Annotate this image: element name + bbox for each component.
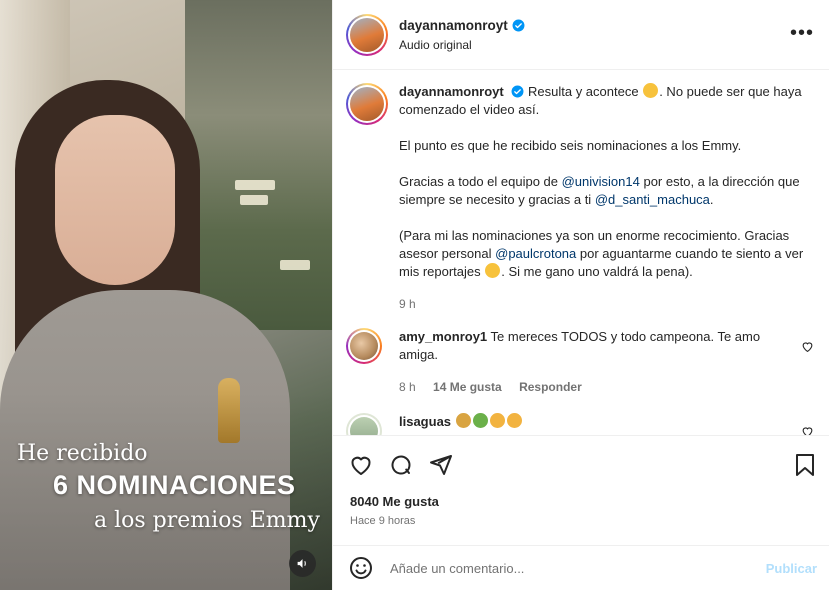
comment-likes[interactable]: 14 Me gusta (433, 380, 502, 394)
post-video[interactable]: He recibido 6 NOMINACIONES a los premios… (0, 0, 332, 590)
light-decoration (235, 180, 275, 190)
post-actions: 8040 Me gusta Hace 9 horas (333, 435, 829, 555)
add-comment-input[interactable] (390, 560, 740, 576)
video-caption-line3: a los premios Emmy (94, 508, 320, 533)
comments-scroll-area[interactable]: dayannamonroyt Resulta y acontece . No p… (333, 71, 829, 435)
publish-button[interactable]: Publicar (766, 561, 817, 576)
share-icon[interactable] (429, 453, 453, 477)
clapping-emoji-icon (506, 413, 522, 428)
more-options-icon[interactable]: ••• (790, 23, 814, 43)
comment-time[interactable]: 8 h (399, 380, 416, 394)
add-comment-bar: Publicar (333, 545, 829, 590)
laughing-emoji-icon (643, 83, 659, 98)
author-avatar[interactable] (346, 13, 388, 56)
commenter-avatar[interactable] (346, 328, 382, 364)
commenter-avatar[interactable] (346, 413, 382, 435)
comment-icon[interactable] (389, 453, 413, 477)
comment-item: amy_monroy1 Te mereces TODOS y todo camp… (346, 328, 826, 396)
light-decoration (240, 195, 268, 205)
video-caption-line1: He recibido (17, 441, 148, 466)
mute-button[interactable] (289, 550, 316, 577)
author-username[interactable]: dayannamonroyt (399, 18, 508, 33)
likes-count[interactable]: 8040 Me gusta (350, 494, 439, 509)
caption-text: Resulta y acontece (528, 84, 639, 99)
mention-link[interactable]: @paulcrotona (495, 246, 576, 261)
mention-link[interactable]: @univision14 (562, 174, 640, 189)
caption-author-avatar[interactable] (346, 83, 388, 125)
laughing-emoji-icon (485, 263, 501, 278)
commenter-username[interactable]: lisaguas (399, 414, 451, 429)
emoji-icon[interactable] (349, 556, 373, 580)
heart-icon[interactable] (801, 340, 814, 353)
clapping-emoji-icon (489, 413, 505, 428)
commenter-username[interactable]: amy_monroy1 (399, 329, 487, 344)
verified-badge-icon (512, 19, 525, 31)
light-decoration (280, 260, 310, 270)
caption-timestamp[interactable]: 9 h (399, 295, 819, 313)
window-background (185, 0, 332, 330)
caption-text: Gracias a todo el equipo de (399, 174, 562, 189)
post-header: dayannamonroyt Audio original ••• (333, 0, 829, 70)
caption-paragraph: El punto es que he recibido seis nominac… (399, 138, 742, 153)
person-face (55, 115, 175, 285)
bookmark-icon[interactable] (794, 453, 816, 477)
verified-badge-icon (511, 85, 524, 98)
caption-username[interactable]: dayannamonroyt (399, 84, 504, 99)
caption-text: . (709, 192, 714, 207)
speaker-icon (297, 559, 306, 568)
mention-link[interactable]: @d_santi_machuca (595, 192, 710, 207)
trophy-emoji-icon (472, 413, 488, 428)
post-timestamp[interactable]: Hace 9 horas (350, 515, 415, 527)
audio-label[interactable]: Audio original (399, 38, 525, 52)
caption-text: . Si me gano uno valdrá la pena). (501, 264, 693, 279)
post-caption: dayannamonroyt Resulta y acontece . No p… (346, 83, 826, 313)
like-heart-icon[interactable] (349, 453, 373, 477)
reply-button[interactable]: Responder (519, 380, 582, 394)
heart-icon[interactable] (801, 425, 814, 435)
post-side-panel: dayannamonroyt Audio original ••• dayann… (332, 0, 829, 590)
comment-item: lisaguas (346, 413, 826, 435)
video-caption-line2: 6 NOMINACIONES (53, 470, 296, 500)
medal-emoji-icon (455, 413, 471, 428)
